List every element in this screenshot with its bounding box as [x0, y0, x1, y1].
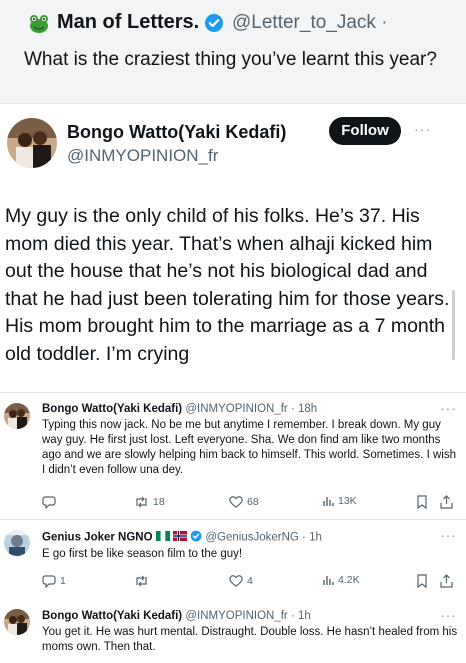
author-name[interactable]: Bongo Watto(Yaki Kedafi)	[67, 122, 286, 143]
more-options-icon[interactable]: ···	[440, 527, 457, 543]
divider	[0, 392, 466, 393]
repost-icon[interactable]: 18	[134, 495, 165, 509]
verified-badge-icon	[190, 530, 202, 545]
like-icon[interactable]: 4	[229, 574, 253, 587]
avatar[interactable]	[7, 118, 57, 168]
share-icon[interactable]	[440, 574, 453, 588]
divider	[0, 519, 466, 520]
share-icon[interactable]	[440, 495, 453, 509]
verified-badge-icon	[204, 13, 224, 38]
reply-author-name[interactable]: Bongo Watto(Yaki Kedafi)	[42, 403, 182, 415]
reply-icon[interactable]: 1	[42, 574, 66, 588]
bookmark-icon[interactable]	[416, 495, 428, 509]
reply-author-meta[interactable]: @INMYOPINION_fr · 18h	[185, 403, 317, 415]
reply-text: You get it. He was hurt mental. Distraug…	[42, 626, 458, 653]
reply-actions: 18 68 13K	[38, 495, 458, 511]
reply-actions: 1 4 4.2K	[38, 574, 458, 590]
views-count: 13K	[338, 495, 357, 507]
nigeria-flag-icon	[155, 531, 170, 544]
quoted-author-name[interactable]: Man of Letters.	[57, 11, 199, 34]
reply-author-name[interactable]: Bongo Watto(Yaki Kedafi)	[42, 610, 182, 622]
like-count: 68	[247, 495, 259, 508]
reply-author-name[interactable]: Genius Joker NGNO	[42, 532, 153, 544]
more-options-icon[interactable]: ···	[440, 607, 457, 623]
bookmark-icon[interactable]	[416, 574, 428, 588]
post-text: My guy is the only child of his folks. H…	[5, 205, 450, 365]
views-icon[interactable]: 4.2K	[322, 574, 360, 586]
views-icon[interactable]: 13K	[322, 495, 357, 507]
reply-icon[interactable]	[42, 495, 60, 509]
quoted-tweet-text: What is the craziest thing you’ve learnt…	[24, 49, 437, 70]
reply-count: 1	[60, 575, 66, 587]
norway-flag-icon	[172, 531, 187, 544]
more-options-icon[interactable]: ···	[440, 400, 457, 416]
repost-count: 18	[153, 496, 165, 508]
views-count: 4.2K	[338, 574, 360, 586]
like-count: 4	[247, 574, 253, 587]
reply-text: Typing this now jack. No be me but anyti…	[42, 419, 456, 476]
repost-icon[interactable]	[134, 574, 153, 588]
avatar[interactable]	[4, 609, 30, 635]
author-handle[interactable]: @INMYOPINION_fr	[67, 146, 218, 166]
quoted-tweet[interactable]: Man of Letters. @Letter_to_Jack · What i…	[0, 0, 466, 103]
reply-text: E go first be like season film to the gu…	[42, 548, 243, 560]
reply-author-meta[interactable]: @INMYOPINION_fr · 1h	[185, 610, 310, 622]
avatar[interactable]	[4, 530, 30, 556]
reply-author-meta[interactable]: @GeniusJokerNG · 1h	[205, 532, 322, 544]
follow-button[interactable]: Follow	[329, 117, 401, 145]
avatar[interactable]	[4, 403, 30, 429]
scrollbar[interactable]	[452, 290, 455, 360]
more-options-icon[interactable]: ···	[414, 121, 431, 137]
divider	[0, 103, 466, 104]
quoted-author-handle[interactable]: @Letter_to_Jack ·	[232, 12, 388, 34]
frog-avatar[interactable]	[28, 12, 50, 34]
like-icon[interactable]: 68	[229, 495, 259, 508]
